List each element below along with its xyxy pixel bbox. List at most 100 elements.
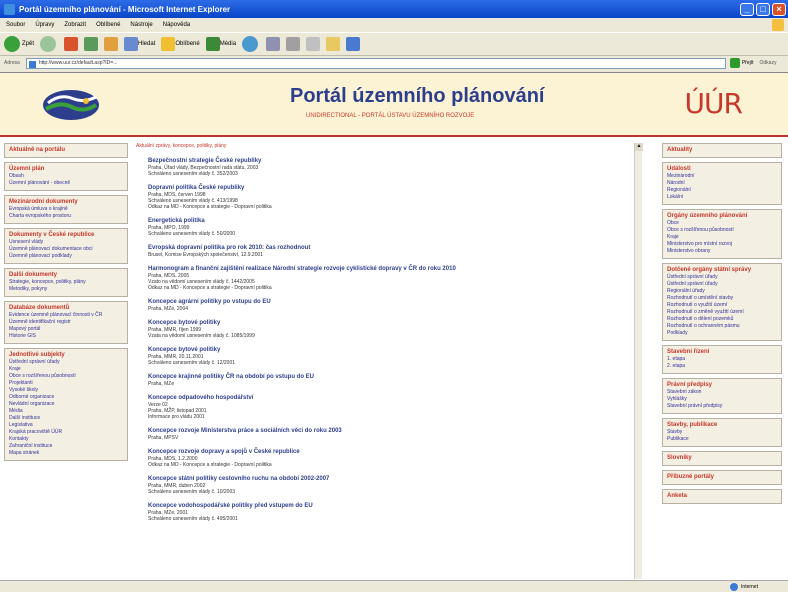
left-menu-heading[interactable]: Databáze dokumentů [9,305,123,311]
right-menu-link[interactable]: Stavební zákon [667,389,777,396]
document-title-link[interactable]: Bezpečnostní strategie České republiky [148,157,628,165]
left-menu-link[interactable]: Metodiky, pokyny [9,286,123,293]
right-menu-link[interactable]: Rozhodnutí o ochranném pásmu [667,323,777,330]
document-title-link[interactable]: Harmonogram a finanční zajištění realiza… [148,265,628,273]
menu-edit[interactable]: Úpravy [35,22,54,28]
left-menu-link[interactable]: Mapový portál [9,326,123,333]
left-menu-link[interactable]: Nevládní organizace [9,401,123,408]
right-menu-link[interactable]: 2. etapa [667,363,777,370]
left-menu-link[interactable]: Historie GIS [9,333,123,340]
document-title-link[interactable]: Koncepce státní politiky cestovního ruch… [148,475,628,483]
left-menu-heading[interactable]: Další dokumenty [9,272,123,278]
media-button[interactable]: Média [205,37,236,51]
document-title-link[interactable]: Koncepce agrární politiky po vstupu do E… [148,298,628,306]
home-button[interactable] [104,37,119,51]
right-menu-heading[interactable]: Příbuzné portály [667,474,777,480]
folder-button[interactable] [326,37,341,51]
maximize-button[interactable]: □ [756,2,770,16]
left-menu-link[interactable]: Odborné organizace [9,394,123,401]
scroll-up-icon[interactable]: ▲ [635,143,643,151]
right-menu-link[interactable]: 1. etapa [667,356,777,363]
stop-button[interactable] [64,37,79,51]
left-menu-link[interactable]: Územně plánovací podklady [9,253,123,260]
left-menu-link[interactable]: Ústřední správní úřady [9,359,123,366]
left-menu-link[interactable]: Územní plánování - obecně [9,180,123,187]
edit-button[interactable] [306,37,321,51]
document-title-link[interactable]: Koncepce rozvoje Ministerstva práce a so… [148,427,628,435]
left-menu-link[interactable]: Obce s rozšířenou působností [9,373,123,380]
search-button[interactable]: Hledat [124,37,155,51]
right-menu-link[interactable]: Vyhlášky [667,396,777,403]
left-menu-heading[interactable]: Dokumenty v České republice [9,232,123,238]
right-menu-link[interactable]: Kraje [667,234,777,241]
right-menu-heading[interactable]: Dotčené orgány státní správy [667,267,777,273]
left-menu-link[interactable]: Další instituce [9,415,123,422]
close-button[interactable]: × [772,2,786,16]
left-menu-link[interactable]: Územně identifikační registr [9,319,123,326]
left-menu-link[interactable]: Obsah [9,173,123,180]
document-title-link[interactable]: Evropská dopravní politika pro rok 2010:… [148,244,628,252]
document-title-link[interactable]: Koncepce odpadového hospodářství [148,394,628,402]
menu-view[interactable]: Zobrazit [64,22,86,28]
right-menu-link[interactable]: Podklady [667,330,777,337]
left-menu-link[interactable]: Vysoké školy [9,387,123,394]
right-menu-link[interactable]: Rozhodnutí o umístění stavby [667,295,777,302]
left-menu-link[interactable]: Média [9,408,123,415]
document-title-link[interactable]: Koncepce bytové politiky [148,346,628,354]
document-title-link[interactable]: Koncepce bytové politiky [148,319,628,327]
menu-favorites[interactable]: Oblíbené [96,22,120,28]
document-title-link[interactable]: Koncepce rozvoje dopravy a spojů v České… [148,448,628,456]
document-title-link[interactable]: Koncepce vodohospodářské politiky před v… [148,502,628,510]
right-menu-link[interactable]: Rozhodnutí o změně využití území [667,309,777,316]
left-menu-link[interactable]: Legislativa [9,422,123,429]
left-menu-link[interactable]: Zahraniční instituce [9,443,123,450]
right-menu-link[interactable]: Obce s rozšířenou působností [667,227,777,234]
left-menu-heading[interactable]: Aktuálně na portálu [9,147,123,153]
right-menu-link[interactable]: Stavby [667,429,777,436]
left-menu-heading[interactable]: Mezinárodní dokumenty [9,199,123,205]
mail-button[interactable] [266,37,281,51]
left-menu-link[interactable]: Územně plánovací dokumentace obcí [9,246,123,253]
menu-help[interactable]: Nápověda [163,22,190,28]
address-input[interactable]: http://www.uur.cz/default.asp?ID=... [25,57,726,69]
right-menu-heading[interactable]: Stavební řízení [667,349,777,355]
left-menu-heading[interactable]: Územní plán [9,166,123,172]
right-menu-link[interactable]: Ministerstvo pro místní rozvoj [667,241,777,248]
links-label[interactable]: Odkazy [760,60,777,66]
messenger-button[interactable] [346,37,361,51]
history-button[interactable] [242,36,260,52]
right-menu-link[interactable]: Rozhodnutí o využití území [667,302,777,309]
back-button[interactable]: Zpět [4,36,34,52]
menu-tools[interactable]: Nástroje [130,22,152,28]
left-menu-link[interactable]: Kraje [9,366,123,373]
document-title-link[interactable]: Dopravní politika České republiky [148,184,628,192]
left-menu-link[interactable]: Evropská úmluva o krajině [9,206,123,213]
forward-button[interactable] [40,36,58,52]
left-menu-link[interactable]: Evidence územně plánovací činnosti v ČR [9,312,123,319]
left-menu-link[interactable]: Usnesení vlády [9,239,123,246]
right-menu-link[interactable]: Národní [667,180,777,187]
document-title-link[interactable]: Energetická politika [148,217,628,225]
right-menu-heading[interactable]: Právní předpisy [667,382,777,388]
right-menu-link[interactable]: Regionální úřady [667,288,777,295]
minimize-button[interactable]: _ [740,2,754,16]
right-menu-link[interactable]: Mezinárodní [667,173,777,180]
menu-file[interactable]: Soubor [6,22,25,28]
left-menu-link[interactable]: Kontakty [9,436,123,443]
right-menu-link[interactable]: Lokální [667,194,777,201]
favorites-button[interactable]: Oblíbené [161,37,200,51]
content-scrollbar[interactable]: ▲ [634,143,643,579]
right-menu-heading[interactable]: Anketa [667,493,777,499]
left-menu-link[interactable]: Mapa stránek [9,450,123,457]
left-menu-link[interactable]: Charta evropského prostoru [9,213,123,220]
right-menu-link[interactable]: Publikace [667,436,777,443]
document-title-link[interactable]: Koncepce krajinné politiky ČR na období … [148,373,628,381]
uur-logo[interactable]: ÚÚR [685,87,743,120]
left-menu-link[interactable]: Krajská pracoviště ÚÚR [9,429,123,436]
right-menu-link[interactable]: Stavební právní předpisy [667,403,777,410]
right-menu-link[interactable]: Ústřední správní úřady [667,281,777,288]
right-menu-link[interactable]: Obce [667,220,777,227]
refresh-button[interactable] [84,37,99,51]
left-menu-link[interactable]: Projektanti [9,380,123,387]
right-menu-heading[interactable]: Aktuality [667,147,777,153]
